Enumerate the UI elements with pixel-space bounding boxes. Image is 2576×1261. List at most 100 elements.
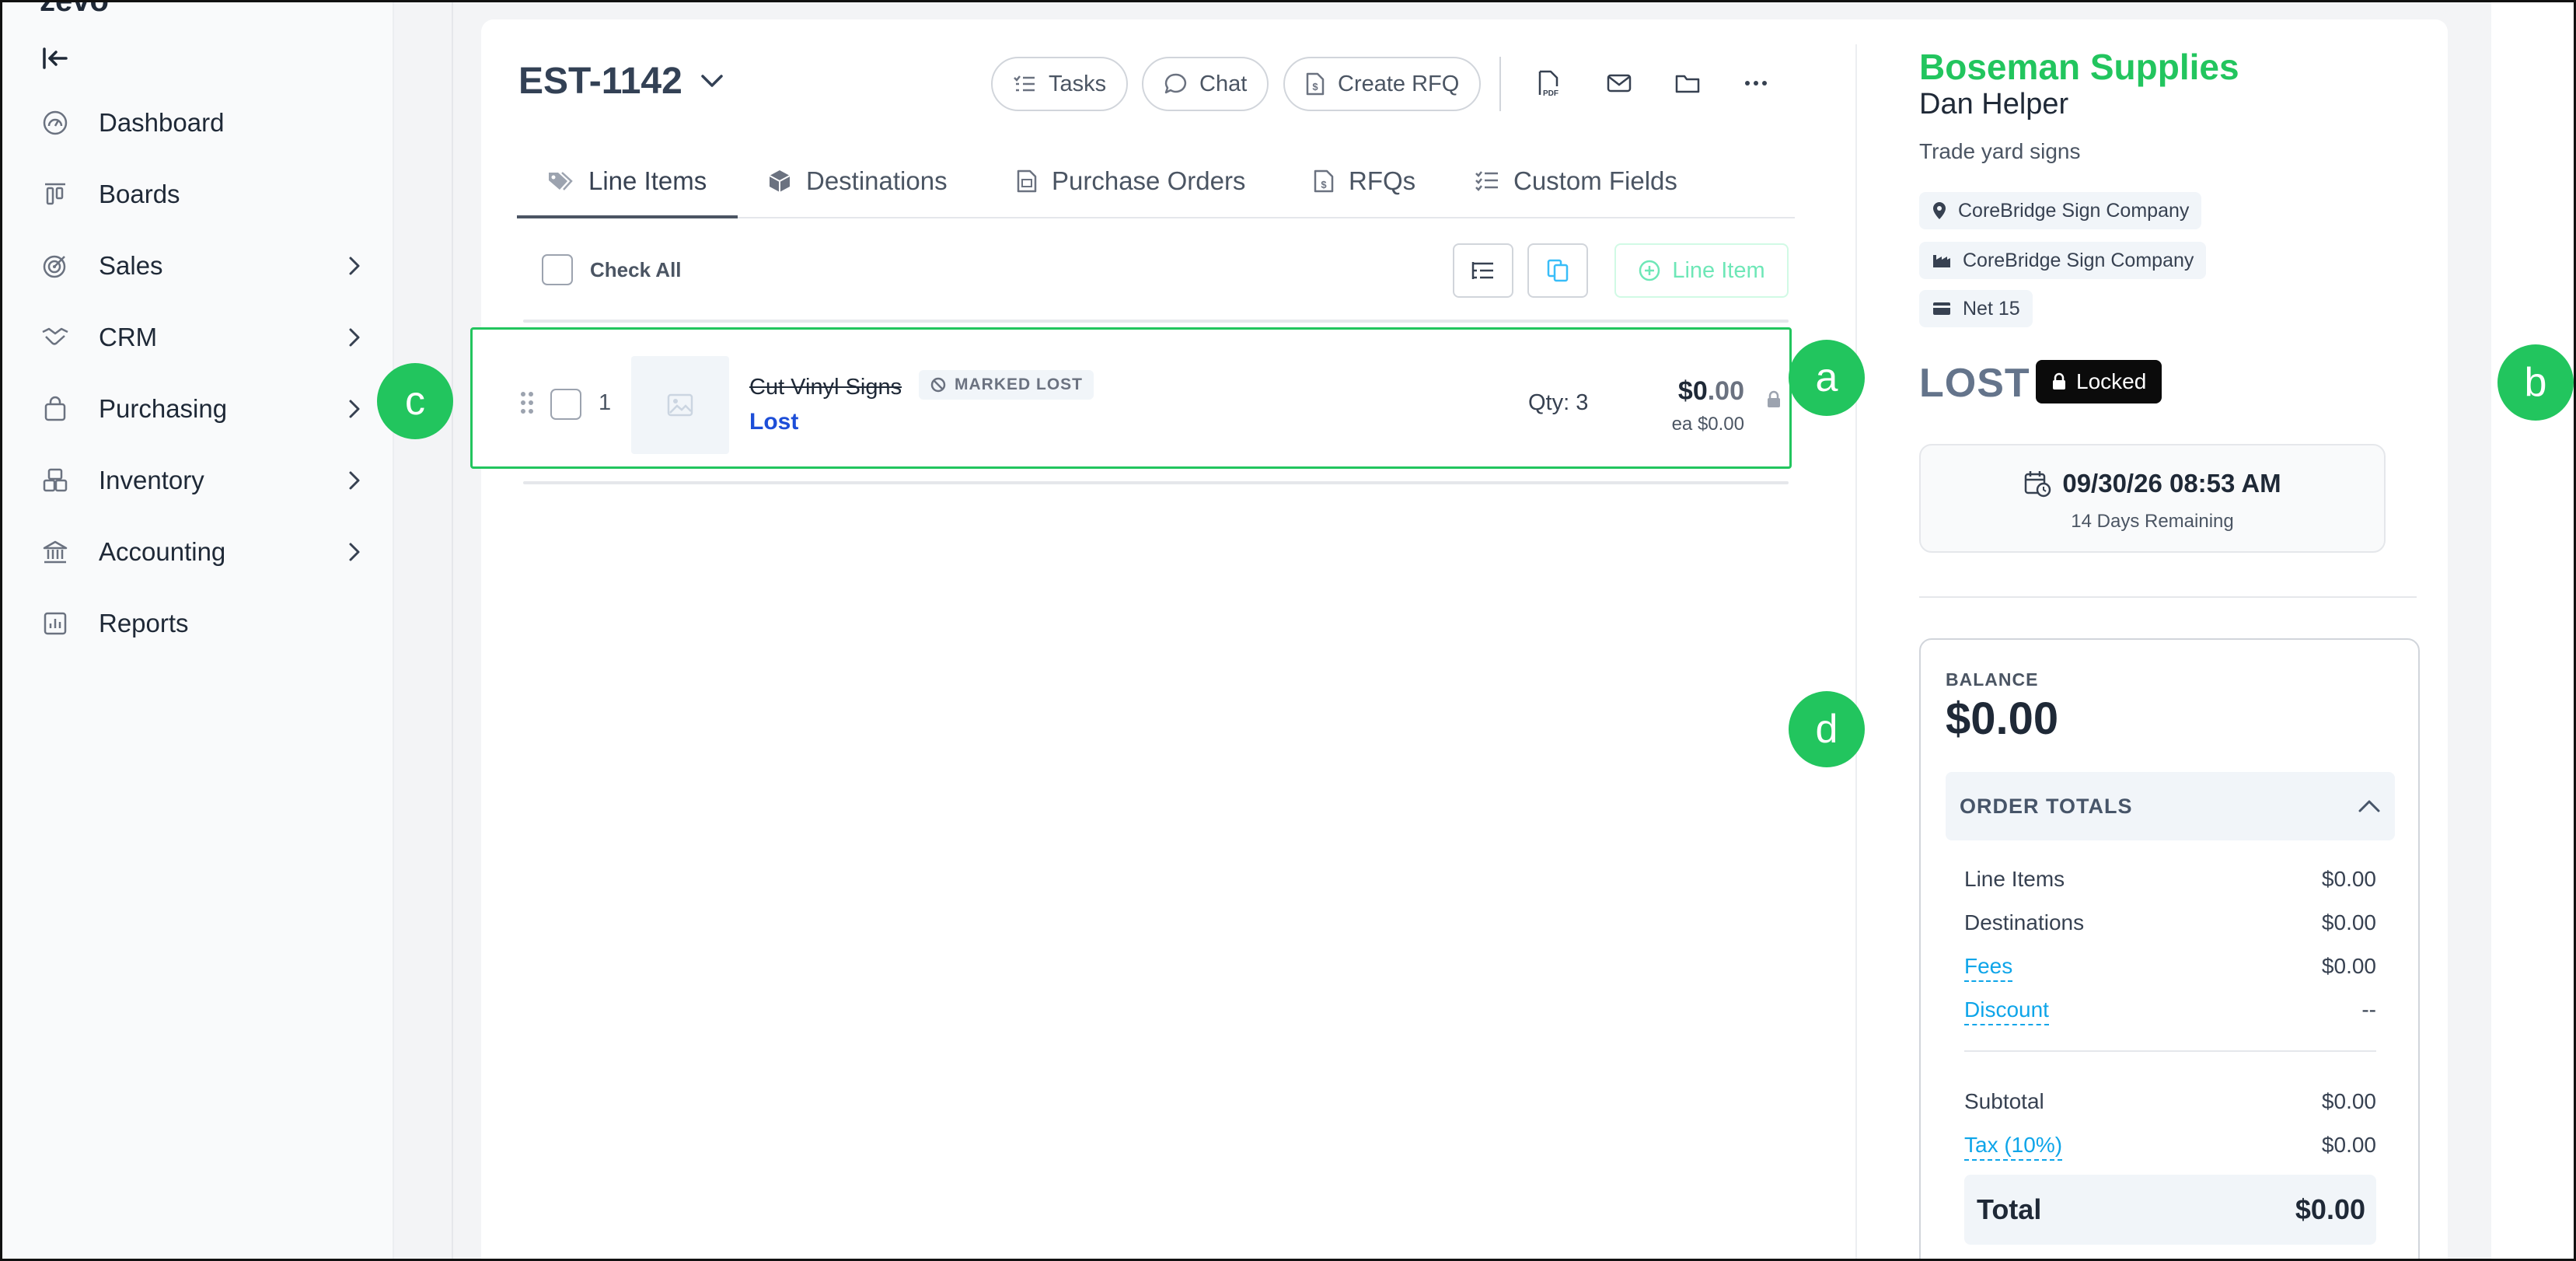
tax-link[interactable]: Tax (10%) xyxy=(1964,1133,2063,1161)
lock-icon xyxy=(2053,372,2065,389)
chat-label: Chat xyxy=(1199,71,1248,96)
document-dollar-icon: $ xyxy=(1314,169,1334,193)
chevron-up-icon xyxy=(2358,800,2380,812)
tree-view-button[interactable] xyxy=(1453,243,1513,298)
chat-button[interactable]: Chat xyxy=(1142,57,1269,111)
task-list-icon xyxy=(1014,75,1035,92)
list-bottom-divider xyxy=(523,481,1789,484)
inventory-icon xyxy=(40,465,71,496)
chevron-right-icon xyxy=(343,254,366,278)
drag-handle-icon[interactable] xyxy=(519,390,535,419)
totals-fees: Fees $0.00 xyxy=(1964,954,2376,982)
sidebar-item-reports[interactable]: Reports xyxy=(40,596,366,651)
totals-value: $0.00 xyxy=(2321,1133,2376,1157)
copy-button[interactable] xyxy=(1527,243,1588,298)
toolbar-separator xyxy=(1499,57,1501,111)
tab-purchase-orders[interactable]: Purchase Orders xyxy=(1016,158,1245,204)
chip-label: CoreBridge Sign Company xyxy=(1963,249,2194,271)
sidebar-item-label: Inventory xyxy=(99,466,204,494)
tab-destinations[interactable]: Destinations xyxy=(767,158,948,204)
sidebar-item-accounting[interactable]: Accounting xyxy=(40,525,366,579)
totals-value: -- xyxy=(2361,997,2376,1022)
fees-link[interactable]: Fees xyxy=(1964,954,2013,982)
app-logo: zevo xyxy=(40,0,109,18)
calendar-clock-icon xyxy=(2025,471,2051,498)
locked-badge: Locked xyxy=(2036,360,2162,403)
ban-icon xyxy=(930,377,946,393)
totals-value: $0.00 xyxy=(2321,867,2376,891)
tab-label: RFQs xyxy=(1349,166,1416,195)
discount-link[interactable]: Discount xyxy=(1964,997,2049,1025)
callout-a: a xyxy=(1789,340,1865,416)
chevron-right-icon xyxy=(343,397,366,421)
boards-icon xyxy=(40,179,71,210)
check-all-label: Check All xyxy=(590,257,682,281)
purchasing-icon xyxy=(40,393,71,424)
company-location-chip: CoreBridge Sign Company xyxy=(1919,192,2202,229)
estimate-id: EST-1142 xyxy=(518,61,682,102)
mail-icon[interactable] xyxy=(1604,68,1635,99)
line-item-name[interactable]: Cut Vinyl Signs xyxy=(749,375,902,400)
chevron-down-icon[interactable] xyxy=(700,73,724,90)
sales-icon xyxy=(40,250,71,281)
sidebar-item-dashboard[interactable]: Dashboard xyxy=(40,96,366,150)
chat-bubble-icon xyxy=(1164,73,1187,94)
line-item-row[interactable]: 1 Cut Vinyl Signs MARKED LOST Lost Qty: … xyxy=(470,327,1792,469)
sidebar-item-inventory[interactable]: Inventory xyxy=(40,453,366,508)
folder-icon[interactable] xyxy=(1672,68,1703,99)
customer-name[interactable]: Boseman Supplies xyxy=(1919,46,2239,88)
chip-label: Net 15 xyxy=(1963,297,2020,320)
sidebar-item-label: Sales xyxy=(99,251,163,280)
order-totals-toggle[interactable]: ORDER TOTALS xyxy=(1946,772,2395,840)
price-cents: .00 xyxy=(1707,376,1744,406)
contact-name: Dan Helper xyxy=(1919,88,2069,121)
line-item-price-each: ea $0.00 xyxy=(1671,414,1744,435)
sidebar-item-purchasing[interactable]: Purchasing xyxy=(40,382,366,436)
box-icon xyxy=(769,170,791,192)
crm-icon xyxy=(40,322,71,353)
sidebar-item-label: Reports xyxy=(99,609,189,637)
totals-destinations: Destinations $0.00 xyxy=(1964,910,2376,935)
content-gutter xyxy=(394,2,455,1259)
pdf-icon[interactable]: PDF xyxy=(1534,68,1565,99)
chevron-right-icon xyxy=(343,540,366,564)
tasks-button[interactable]: Tasks xyxy=(991,57,1129,111)
checklist-icon xyxy=(1475,171,1498,191)
right-margin xyxy=(2491,2,2574,1259)
total-value: $0.00 xyxy=(2295,1193,2365,1225)
callout-c: c xyxy=(377,363,453,439)
tab-custom-fields[interactable]: Custom Fields xyxy=(1475,158,1677,204)
sidebar-item-sales[interactable]: Sales xyxy=(40,239,366,293)
tab-line-items[interactable]: Line Items xyxy=(546,158,707,204)
callout-b: b xyxy=(2497,344,2574,421)
line-item-price: $0.00 xyxy=(1678,376,1744,407)
totals-value: $0.00 xyxy=(2321,1089,2376,1113)
chevron-right-icon xyxy=(343,469,366,492)
sidebar-item-label: Accounting xyxy=(99,537,226,566)
sidebar-item-boards[interactable]: Boards xyxy=(40,167,366,222)
card-icon xyxy=(1933,302,1950,315)
svg-text:PDF: PDF xyxy=(1543,89,1559,97)
tab-label: Purchase Orders xyxy=(1052,166,1246,195)
totals-value: $0.00 xyxy=(2321,910,2376,934)
project-description: Trade yard signs xyxy=(1919,139,2081,163)
estimate-status: LOST xyxy=(1919,361,2030,406)
collapse-sidebar-icon[interactable] xyxy=(40,43,71,74)
more-icon[interactable] xyxy=(1740,68,1771,99)
check-all[interactable]: Check All xyxy=(542,254,682,285)
line-item-number: 1 xyxy=(599,390,612,415)
add-line-item-button[interactable]: Line Item xyxy=(1614,243,1789,298)
due-date-box[interactable]: 09/30/26 08:53 AM 14 Days Remaining xyxy=(1919,444,2386,553)
plus-circle-icon xyxy=(1639,260,1660,281)
tasks-label: Tasks xyxy=(1049,71,1107,96)
check-all-checkbox[interactable] xyxy=(542,254,573,285)
totals-discount: Discount -- xyxy=(1964,997,2376,1025)
create-rfq-button[interactable]: $ Create RFQ xyxy=(1283,57,1482,111)
estimate-title[interactable]: EST-1142 xyxy=(518,60,724,103)
sidebar-item-crm[interactable]: CRM xyxy=(40,310,366,365)
reports-icon xyxy=(40,608,71,639)
line-item-checkbox[interactable] xyxy=(550,389,581,420)
tab-rfqs[interactable]: $ RFQs xyxy=(1313,158,1415,204)
image-placeholder-icon xyxy=(631,356,729,454)
line-item-qty: Qty: 3 xyxy=(1528,390,1589,415)
